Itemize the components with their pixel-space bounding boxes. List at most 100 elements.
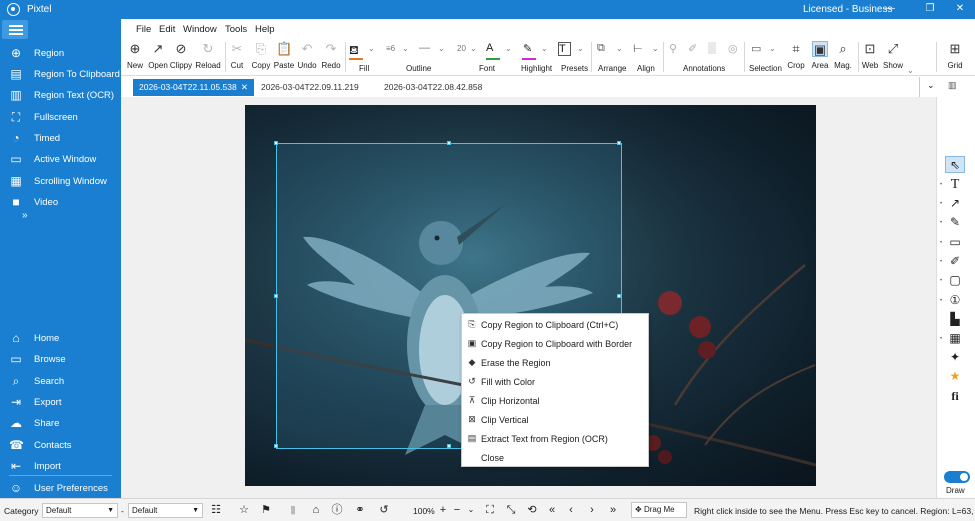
note-tool-icon[interactable]: ▢ (945, 272, 965, 289)
tag-icon[interactable]: ⌂ (309, 503, 323, 517)
grid-button[interactable]: ⊞ Grid (944, 41, 966, 74)
info-icon[interactable]: ⓘ (330, 503, 344, 517)
marker-tool-icon[interactable]: ✐ (945, 253, 965, 270)
fill-color-swatch[interactable] (349, 58, 363, 60)
crop-button[interactable]: ⌗ Crop (785, 41, 807, 74)
sidebar-item-fullscreen[interactable]: ⛶ Fullscreen (0, 107, 121, 127)
undo-button[interactable]: ↶ Undo (296, 41, 318, 74)
rectangle-tool-icon[interactable]: ▭ (945, 234, 965, 251)
selection-handle[interactable] (617, 141, 621, 145)
font-color-icon[interactable]: A (486, 42, 493, 54)
sparkle-tool-icon[interactable]: ✦ (945, 349, 965, 366)
rotate-icon[interactable]: ⟲ (525, 503, 539, 517)
sidebar-item-browse[interactable]: ▭ Browse (0, 349, 121, 369)
align-icon[interactable]: ⊢ (633, 42, 643, 55)
zoom-level[interactable]: 100% (413, 506, 435, 516)
tab-capture-1[interactable]: 2026-03-04T22.11.05.538 ✕ (133, 79, 254, 96)
hamburger-menu-button[interactable] (2, 20, 28, 39)
highlight-chevron-icon[interactable]: ⌄ (541, 44, 548, 53)
menu-tools[interactable]: Tools (225, 24, 247, 35)
selection-shape-icon[interactable]: ▭ (751, 42, 761, 55)
close-tab-icon[interactable]: ✕ (241, 79, 248, 96)
font-size-chevron-icon[interactable]: ⌄ (470, 44, 477, 53)
pointer-tool-icon[interactable]: ⇖ (945, 156, 965, 173)
selection-handle[interactable] (447, 444, 451, 448)
selection-handle[interactable] (447, 141, 451, 145)
show-button[interactable]: ⤢ Show (881, 41, 905, 74)
font-color-swatch[interactable] (486, 58, 500, 60)
sidebar-item-import[interactable]: ⇤ Import (0, 456, 121, 476)
selection-handle[interactable] (274, 444, 278, 448)
selection-chevron-icon[interactable]: ⌄ (769, 44, 776, 53)
menu-item-close[interactable]: Close (462, 448, 648, 467)
pen-tool-icon[interactable]: ✎ (945, 214, 965, 231)
highlight-icon[interactable]: ✎ (523, 42, 532, 55)
menu-item-clip-vertical[interactable]: ⊠ Clip Vertical (462, 410, 648, 429)
new-button[interactable]: ⊕ New (124, 41, 146, 74)
zoom-in-icon[interactable]: + (436, 503, 450, 517)
notes-icon[interactable]: ☷ (209, 503, 223, 517)
menu-edit[interactable]: Edit (159, 24, 175, 35)
menu-item-fill-color[interactable]: ↺ Fill with Color (462, 372, 648, 391)
selection-handle[interactable] (274, 141, 278, 145)
font-color-chevron-icon[interactable]: ⌄ (505, 44, 512, 53)
fill-bucket-icon[interactable]: ⛾ (349, 43, 359, 59)
open-button[interactable]: ↗ Open (147, 41, 169, 74)
presets-chevron-icon[interactable]: ⌄ (577, 44, 584, 53)
zoom-out-icon[interactable]: − (450, 503, 464, 517)
annotation-target-icon[interactable]: ◎ (728, 42, 738, 55)
panel-toggle-icon[interactable]: ▥ (948, 80, 957, 91)
reload-button[interactable]: ↻ Reload (194, 41, 222, 74)
last-page-icon[interactable]: » (606, 503, 620, 517)
bookmark-icon[interactable]: ▮ (286, 503, 300, 517)
paste-button[interactable]: 📋 Paste (273, 41, 295, 74)
fit-screen-icon[interactable]: ⛶ (483, 503, 497, 517)
flag-icon[interactable]: ⚑ (259, 503, 273, 517)
tabs-dropdown-chevron-icon[interactable]: ⌄ (927, 80, 935, 91)
menu-item-extract-text[interactable]: ▤ Extract Text from Region (OCR) (462, 429, 648, 448)
annotation-brush-icon[interactable]: ✐ (688, 42, 697, 55)
arrow-tool-icon[interactable]: ↗ (945, 195, 965, 212)
link-icon[interactable]: ⚭ (353, 503, 367, 517)
outline-width-value[interactable]: ≡6 (386, 44, 395, 53)
sidebar-item-region-text-ocr[interactable]: ▥ Region Text (OCR) (0, 85, 121, 105)
outline-style-icon[interactable]: — (419, 42, 430, 54)
more-chevron-icon[interactable]: » (22, 210, 28, 221)
draw-toggle[interactable] (944, 471, 970, 483)
sidebar-item-contacts[interactable]: ☎ Contacts (0, 435, 121, 455)
previous-page-icon[interactable]: ‹ (564, 503, 578, 517)
drag-me-button[interactable]: ✥ Drag Me (631, 502, 687, 518)
outline-width-chevron-icon[interactable]: ⌄ (402, 44, 409, 53)
sidebar-item-user-preferences[interactable]: ☺ User Preferences (0, 478, 121, 498)
menu-item-clip-horizontal[interactable]: ⊼ Clip Horizontal (462, 391, 648, 410)
sidebar-item-video[interactable]: ■ Video (0, 192, 121, 212)
presets-icon[interactable]: T (558, 42, 571, 56)
selection-handle[interactable] (617, 294, 621, 298)
menu-item-copy-region-border[interactable]: ▣ Copy Region to Clipboard with Border (462, 334, 648, 353)
star-tool-icon[interactable]: ★ (945, 368, 965, 385)
arrange-chevron-icon[interactable]: ⌄ (616, 44, 623, 53)
sidebar-item-timed[interactable]: ◔ Timed (0, 128, 121, 148)
copy-button[interactable]: ⎘ Copy (250, 41, 272, 74)
image-tool-icon[interactable]: ▦ (945, 330, 965, 347)
zoom-chevron-icon[interactable]: ⌄ (464, 503, 478, 517)
align-chevron-icon[interactable]: ⌄ (652, 44, 659, 53)
menu-item-copy-region[interactable]: ⎘ Copy Region to Clipboard (Ctrl+C) (462, 315, 648, 334)
arrange-icon[interactable]: ⧉ (597, 42, 605, 55)
sidebar-item-scrolling-window[interactable]: ▦ Scrolling Window (0, 171, 121, 191)
clippy-button[interactable]: ⊘ Clippy (169, 41, 193, 74)
redo-button[interactable]: ↷ Redo (320, 41, 342, 74)
category-select[interactable]: Default ▼ (42, 503, 118, 518)
first-page-icon[interactable]: « (545, 503, 559, 517)
sidebar-item-search[interactable]: ⌕ Search (0, 371, 121, 391)
sidebar-item-share[interactable]: ☁ Share (0, 413, 121, 433)
fill-dropdown-chevron-icon[interactable]: ⌄ (368, 44, 375, 53)
annotation-person-icon[interactable]: ⚲ (669, 42, 677, 55)
annotation-blur-icon[interactable]: ▒ (708, 42, 716, 54)
counter-tool-icon[interactable]: ① (945, 292, 965, 309)
close-window-button[interactable]: ✕ (950, 2, 970, 16)
stamp-tool-icon[interactable]: ▙ (945, 311, 965, 328)
menu-item-erase-region[interactable]: ◆ Erase the Region (462, 353, 648, 372)
area-button[interactable]: ▣ Area (809, 41, 831, 74)
magnify-button[interactable]: ⌕ Mag. (832, 41, 854, 74)
